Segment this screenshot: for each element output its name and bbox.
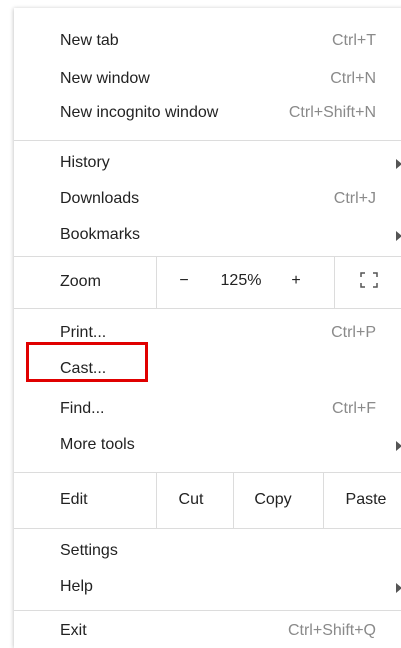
menu-item-new-incognito-window[interactable]: New incognito window Ctrl+Shift+N — [14, 96, 401, 130]
menu-item-shortcut: Ctrl+N — [330, 70, 376, 87]
menu-item-downloads[interactable]: Downloads Ctrl+J — [14, 182, 401, 216]
submenu-arrow-icon — [396, 159, 401, 169]
edit-row: Edit Cut Copy Paste — [14, 473, 401, 528]
menu-item-label: Help — [60, 578, 93, 595]
menu-item-shortcut: Ctrl+P — [331, 324, 376, 341]
submenu-arrow-icon — [396, 441, 401, 451]
menu-item-label: Settings — [60, 542, 118, 559]
menu-item-label: More tools — [60, 436, 135, 453]
copy-button[interactable]: Copy — [238, 491, 308, 509]
menu-item-label: Exit — [60, 622, 87, 639]
menu-separator — [14, 610, 401, 611]
menu-item-find[interactable]: Find... Ctrl+F — [14, 392, 401, 426]
menu-item-label: New tab — [60, 32, 119, 49]
menu-item-label: Print... — [60, 324, 107, 341]
zoom-label: Zoom — [60, 273, 101, 290]
menu-item-new-tab[interactable]: New tab Ctrl+T — [14, 24, 401, 58]
submenu-arrow-icon — [396, 583, 401, 593]
menu-separator — [14, 140, 401, 141]
edit-divider — [323, 473, 324, 528]
menu-item-shortcut: Ctrl+Shift+Q — [287, 622, 376, 639]
menu-item-shortcut: Ctrl+F — [332, 400, 376, 417]
menu-item-history[interactable]: History — [14, 146, 401, 180]
menu-item-label: Downloads — [60, 190, 140, 207]
menu-item-shortcut: Ctrl+T — [332, 32, 376, 49]
zoom-divider — [334, 256, 335, 308]
zoom-level: 125% — [220, 272, 262, 289]
menu-item-exit[interactable]: Exit Ctrl+Shift+Q — [14, 614, 401, 648]
menu-item-label: New window — [60, 70, 150, 87]
cut-button[interactable]: Cut — [156, 491, 226, 509]
zoom-divider — [156, 256, 157, 308]
edit-divider — [233, 473, 234, 528]
menu-item-label: History — [60, 154, 110, 171]
menu-item-label: Bookmarks — [60, 226, 141, 243]
menu-item-settings[interactable]: Settings — [14, 534, 401, 568]
menu-item-more-tools[interactable]: More tools — [14, 428, 401, 462]
paste-button[interactable]: Paste — [331, 491, 401, 509]
zoom-in-button[interactable]: + — [286, 272, 306, 290]
menu-item-shortcut: Ctrl+J — [333, 190, 376, 207]
menu-item-new-window[interactable]: New window Ctrl+N — [14, 62, 401, 96]
edit-label: Edit — [60, 491, 88, 508]
zoom-row: Zoom − 125% + — [14, 256, 401, 308]
menu-item-label: New incognito window — [60, 104, 219, 121]
fullscreen-icon[interactable] — [360, 272, 378, 288]
menu-separator — [14, 308, 401, 309]
menu-item-bookmarks[interactable]: Bookmarks — [14, 218, 401, 252]
menu-item-shortcut: Ctrl+Shift+N — [288, 104, 376, 121]
submenu-arrow-icon — [396, 231, 401, 241]
chrome-main-menu: New tab Ctrl+T New window Ctrl+N New inc… — [14, 8, 401, 648]
menu-item-help[interactable]: Help — [14, 570, 401, 604]
zoom-out-button[interactable]: − — [174, 272, 194, 290]
cast-highlight-box — [26, 342, 148, 382]
menu-separator — [14, 528, 401, 529]
menu-item-label: Find... — [60, 400, 105, 417]
